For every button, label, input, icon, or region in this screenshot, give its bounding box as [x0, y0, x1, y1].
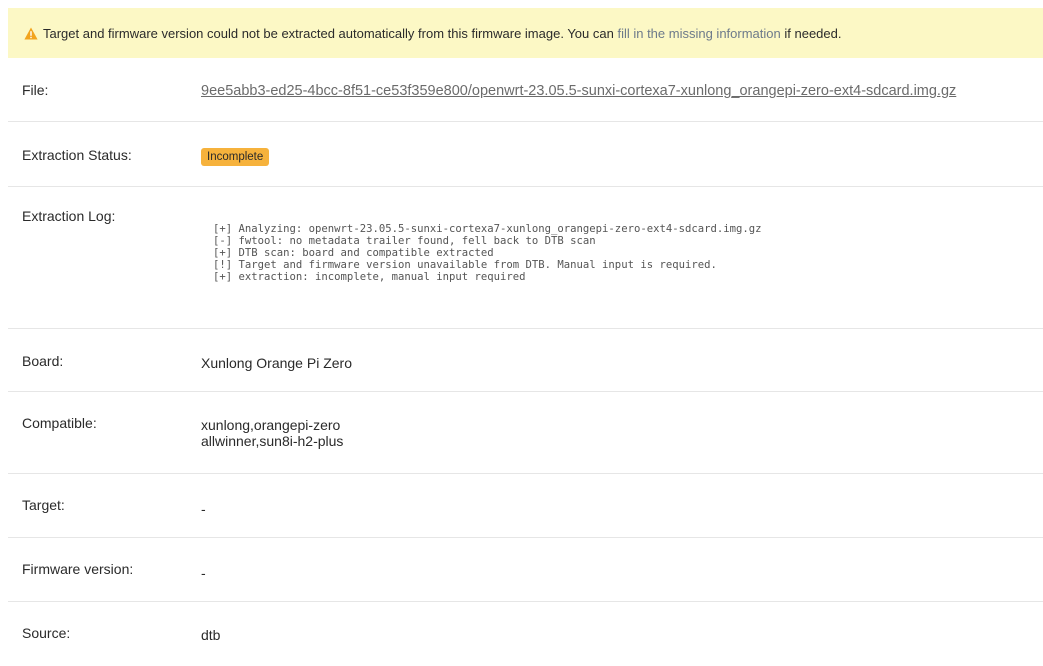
firmware-version-label: Firmware version: [22, 561, 134, 577]
alert-text-before: Target and firmware version could not be… [43, 25, 614, 41]
extraction-status-label: Extraction Status: [22, 147, 132, 163]
target-label: Target: [22, 497, 65, 513]
file-label: File: [22, 82, 49, 98]
extraction-log: [+] Analyzing: openwrt-23.05.5-sunxi-cor… [213, 223, 762, 283]
log-line: [+] Analyzing: openwrt-23.05.5-sunxi-cor… [213, 223, 762, 235]
log-line: [+] DTB scan: board and compatible extra… [213, 247, 494, 259]
source-label: Source: [22, 625, 71, 641]
extraction-log-label: Extraction Log: [22, 208, 116, 224]
firmware-version-row: Firmware version: - [8, 538, 1043, 602]
alert-text-after: if needed. [784, 25, 842, 41]
firmware-details-table: File: 9ee5abb3-ed25-4bcc-8f51-ce53f359e8… [8, 58, 1043, 666]
board-value: Xunlong Orange Pi Zero [201, 355, 352, 371]
board-label: Board: [22, 353, 64, 369]
log-line: [+] extraction: incomplete, manual input… [213, 271, 526, 283]
extraction-log-row: Extraction Log: [+] Analyzing: openwrt-2… [8, 187, 1043, 329]
firmware-version-value: - [201, 565, 206, 581]
file-row: File: 9ee5abb3-ed25-4bcc-8f51-ce53f359e8… [8, 58, 1043, 122]
file-value: 9ee5abb3-ed25-4bcc-8f51-ce53f359e800/ope… [201, 82, 956, 99]
extraction-status-value: Incomplete [201, 147, 270, 166]
compatible-entry: allwinner,sun8i-h2-plus [201, 433, 344, 449]
log-line: [!] Target and firmware version unavaila… [213, 259, 717, 271]
warning-alert: Target and firmware version could not be… [8, 8, 1043, 58]
compatible-value: xunlong,orangepi-zero allwinner,sun8i-h2… [201, 417, 343, 449]
file-link[interactable]: 9ee5abb3-ed25-4bcc-8f51-ce53f359e800/ope… [201, 83, 956, 99]
source-value: dtb [201, 627, 221, 643]
source-row: Source: dtb [8, 602, 1043, 666]
fill-missing-info-link[interactable]: fill in the missing information [617, 26, 780, 41]
compatible-label: Compatible: [22, 415, 97, 431]
log-line: [-] fwtool: no metadata trailer found, f… [213, 235, 596, 247]
target-value: - [201, 501, 206, 517]
warning-triangle-icon [24, 27, 38, 40]
compatible-row: Compatible: xunlong,orangepi-zero allwin… [8, 392, 1043, 474]
compatible-entry: xunlong,orangepi-zero [201, 417, 341, 433]
target-row: Target: - [8, 474, 1043, 538]
extraction-status-row: Extraction Status: Incomplete [8, 122, 1043, 187]
status-badge: Incomplete [201, 148, 270, 166]
board-row: Board: Xunlong Orange Pi Zero [8, 329, 1043, 392]
